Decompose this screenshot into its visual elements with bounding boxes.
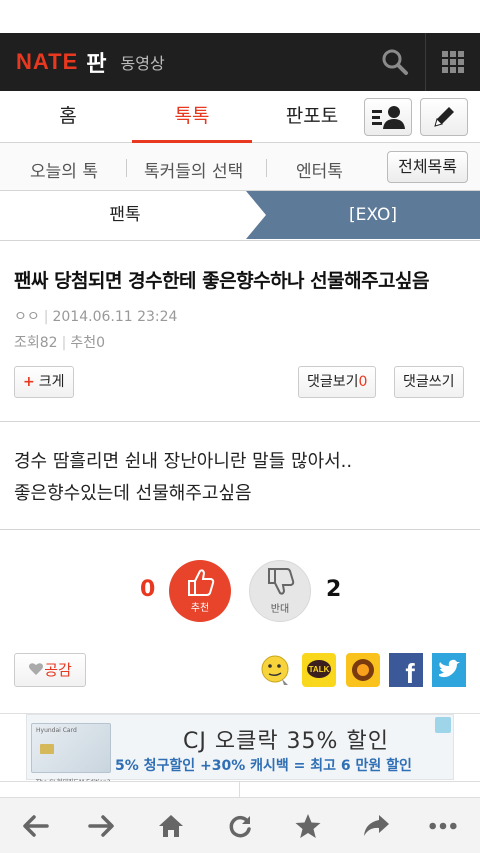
post-author-date: ㅇㅇ | 2014.06.11 23:24	[14, 309, 178, 325]
app-grid-icon[interactable]	[442, 51, 464, 73]
refresh-icon[interactable]	[225, 812, 255, 840]
enlarge-text-button[interactable]: + 크게	[14, 366, 74, 398]
my-profile-button[interactable]	[364, 98, 412, 136]
kakaotalk-icon[interactable]: TALK	[302, 653, 336, 687]
views-count: 82	[39, 335, 58, 351]
all-list-button[interactable]: 전체목록	[387, 151, 468, 183]
post-author: ㅇㅇ	[14, 309, 40, 325]
write-button[interactable]	[420, 98, 468, 136]
back-icon[interactable]	[20, 812, 50, 840]
logo-pan: 판	[86, 52, 107, 77]
forward-icon[interactable]	[87, 812, 117, 840]
views-label: 조회	[14, 335, 40, 351]
empathy-button[interactable]: 공감	[14, 653, 86, 687]
ad-subtitle: 5% 청구할인 +30% 캐시백 = 최고 6 만원 할인	[115, 758, 412, 774]
kakaostory-icon[interactable]	[346, 653, 380, 687]
breadcrumb-fantalk[interactable]: 팬톡	[0, 191, 250, 239]
twitter-icon[interactable]	[432, 653, 466, 687]
ad-banner[interactable]: Hyundai Card The CJ 현대카드M Edition2 CJ 오클…	[26, 714, 454, 786]
divider	[0, 529, 480, 530]
thumbs-down-icon	[268, 568, 295, 595]
post-body-line: 경수 땀흘리면 쉰내 장난아니란 말들 많아서..	[14, 451, 353, 472]
app-header: NATE 판 동영상	[0, 33, 480, 91]
recommend-label: 추천	[70, 335, 97, 351]
logo-nate: NATE	[16, 49, 79, 74]
empathy-label: 공감	[44, 661, 72, 679]
breadcrumb-exo[interactable]: [EXO]	[246, 191, 480, 239]
downvote-label: 반대	[270, 604, 290, 615]
post-body: 경수 땀흘리면 쉰내 장난아니란 말들 많아서.. 좋은향수있는데 선물해주고싶…	[14, 446, 352, 510]
subtab-separator	[126, 159, 127, 177]
heart-icon	[29, 663, 44, 675]
facebook-icon[interactable]: f	[389, 653, 423, 689]
user-list-icon	[372, 106, 405, 129]
header-divider	[425, 33, 426, 91]
tab-toktok[interactable]: 톡톡	[132, 91, 252, 143]
post-title: 팬싸 당첨되면 경수한테 좋은향수하나 선물해주고싶음	[14, 270, 430, 292]
enlarge-label: 크게	[38, 374, 65, 390]
view-comments-label: 댓글보기	[307, 374, 359, 390]
ad-bottom-bar	[0, 781, 480, 797]
post-date: 2014.06.11 23:24	[52, 309, 178, 325]
comments-count: 0	[358, 374, 368, 390]
sub-tabs: 오늘의 톡 톡커들의 선택 엔터톡 전체목록	[0, 143, 480, 191]
upvote-label: 추천	[190, 603, 210, 614]
write-comment-button[interactable]: 댓글쓰기	[394, 366, 464, 398]
recommend-count: 0	[96, 335, 105, 351]
upvote-button[interactable]: 추천	[169, 560, 231, 622]
card-chip-icon	[40, 744, 54, 754]
post-body-line: 좋은향수있는데 선물해주고싶음	[14, 483, 252, 504]
downvote-button[interactable]: 반대	[249, 560, 311, 622]
post-stats: 조회82 | 추천0	[14, 335, 105, 351]
facebook-text: f	[405, 658, 415, 687]
downvote-count: 2	[326, 577, 342, 602]
tab-home[interactable]: 홈	[8, 91, 128, 143]
status-strip	[0, 0, 480, 33]
pencil-icon	[434, 107, 454, 127]
kakaotalk-text: TALK	[309, 665, 330, 674]
thumbs-up-icon	[188, 569, 215, 596]
ad-card-image: Hyundai Card The CJ 현대카드M Edition2	[31, 723, 111, 786]
share-icon[interactable]	[361, 812, 391, 840]
home-icon[interactable]	[156, 812, 186, 840]
more-icon[interactable]	[428, 812, 458, 840]
upvote-count: 0	[140, 577, 156, 602]
emoticon-icon[interactable]	[258, 653, 292, 687]
ad-title: CJ 오클락 35% 할인	[183, 729, 389, 754]
divider	[239, 782, 240, 798]
breadcrumb-arrow-icon	[246, 191, 268, 239]
view-comments-button[interactable]: 댓글보기0	[298, 366, 377, 398]
video-link[interactable]: 동영상	[121, 50, 165, 74]
browser-nav-bar	[0, 797, 480, 853]
subtab-enter[interactable]: 엔터톡	[296, 157, 343, 182]
breadcrumb: 팬톡 [EXO]	[0, 191, 480, 241]
search-icon[interactable]	[380, 47, 410, 77]
plus-icon: +	[23, 374, 35, 390]
ad-info-icon[interactable]	[435, 717, 451, 733]
nate-pan-logo[interactable]: NATE 판	[16, 46, 107, 78]
bookmark-star-icon[interactable]	[293, 812, 323, 840]
subtab-separator	[266, 159, 267, 177]
subtab-today[interactable]: 오늘의 톡	[30, 157, 98, 182]
ad-card-name: Hyundai Card	[36, 727, 77, 734]
divider	[0, 421, 480, 422]
tab-panphoto[interactable]: 판포토	[252, 91, 372, 143]
main-tabs: 홈 톡톡 판포토	[0, 91, 480, 143]
subtab-talkers-choice[interactable]: 톡커들의 선택	[144, 157, 243, 182]
